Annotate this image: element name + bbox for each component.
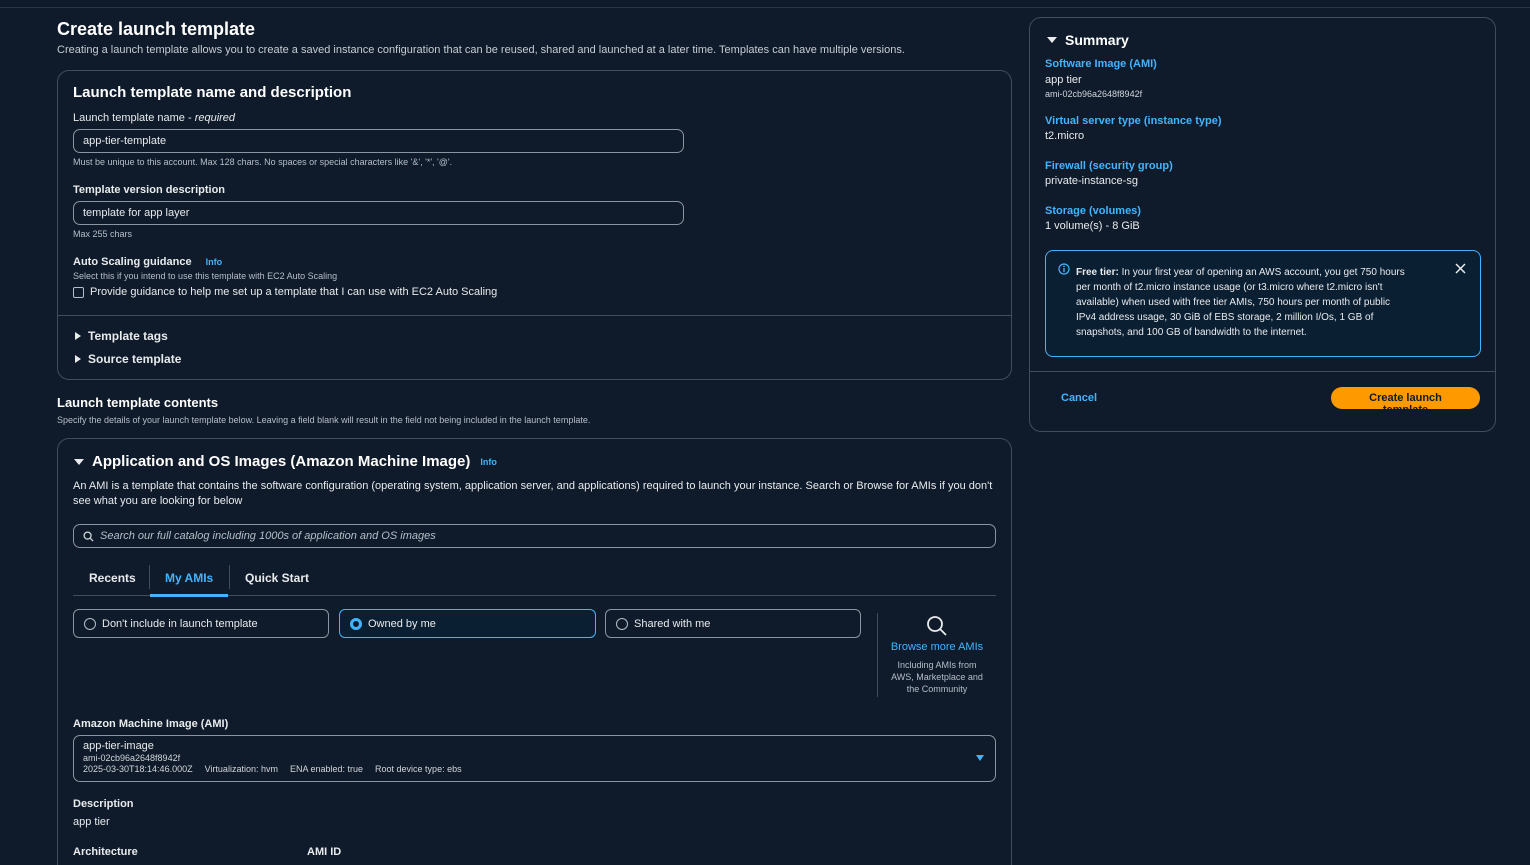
- template-tags-expander[interactable]: Template tags: [75, 329, 168, 343]
- ami-select-meta: 2025-03-30T18:14:46.000Z Virtualization:…: [83, 764, 462, 774]
- desc-hint: Max 255 chars: [73, 229, 133, 239]
- asg-row: Auto Scaling guidance Info: [73, 256, 222, 268]
- ami-info-link[interactable]: Info: [480, 457, 497, 467]
- active-tab-indicator: [150, 594, 228, 597]
- template-name-input[interactable]: app-tier-template: [73, 129, 684, 153]
- radio-dont-include[interactable]: Don't include in launch template: [73, 609, 329, 638]
- contents-title: Launch template contents: [57, 395, 219, 410]
- ami-search-input[interactable]: Search our full catalog including 1000s …: [73, 524, 996, 548]
- asg-label: Auto Scaling guidance: [73, 256, 192, 268]
- summary-instance-type-value: t2.micro: [1045, 130, 1085, 142]
- name-panel-title: Launch template name and description: [73, 84, 352, 101]
- asg-checkbox-row[interactable]: Provide guidance to help me set up a tem…: [73, 286, 497, 298]
- browse-desc: Including AMIs from AWS, Marketplace and…: [891, 660, 983, 694]
- description-value: app tier: [73, 816, 110, 828]
- architecture-label: Architecture: [73, 846, 138, 858]
- ami-select[interactable]: app-tier-image ami-02cb96a2648f8942f 202…: [73, 735, 996, 782]
- summary-divider: [1030, 371, 1495, 372]
- free-tier-text: Free tier: In your first year of opening…: [1076, 267, 1405, 338]
- summary-instance-type-link[interactable]: Virtual server type (instance type): [1045, 115, 1221, 127]
- asg-checkbox-label: Provide guidance to help me set up a tem…: [90, 286, 498, 298]
- search-placeholder: Search our full catalog including 1000s …: [100, 530, 436, 542]
- browse-more-amis[interactable]: Browse more AMIs Including AMIs from AWS…: [884, 615, 990, 695]
- ami-panel: Application and OS Images (Amazon Machin…: [57, 438, 1012, 865]
- summary-panel: Summary Software Image (AMI) app tier am…: [1029, 17, 1496, 432]
- ami-description: An AMI is a template that contains the s…: [73, 480, 993, 507]
- ami-panel-title: Application and OS Images (Amazon Machin…: [92, 453, 471, 470]
- summary-ami-id: ami-02cb96a2648f8942f: [1045, 89, 1143, 99]
- panel-divider: [58, 315, 1011, 316]
- summary-title: Summary: [1065, 32, 1129, 48]
- contents-subtitle: Specify the details of your launch templ…: [57, 415, 591, 425]
- ami-panel-header[interactable]: Application and OS Images (Amazon Machin…: [74, 453, 497, 470]
- search-large-icon: [927, 616, 947, 636]
- summary-firewall-value: private-instance-sg: [1045, 175, 1138, 187]
- tab-my-amis[interactable]: My AMIs: [165, 571, 213, 585]
- ami-select-name: app-tier-image: [83, 740, 154, 752]
- caret-right-icon: [75, 332, 81, 340]
- radio-owned-by-me[interactable]: Owned by me: [339, 609, 596, 638]
- name-description-panel: Launch template name and description Lau…: [57, 70, 1012, 380]
- summary-firewall-link[interactable]: Firewall (security group): [1045, 160, 1173, 172]
- browse-more-link[interactable]: Browse more AMIs: [884, 641, 990, 653]
- asg-checkbox[interactable]: [73, 286, 84, 298]
- dropdown-caret-icon[interactable]: [976, 755, 984, 761]
- tab-quick-start[interactable]: Quick Start: [245, 571, 309, 585]
- cancel-button[interactable]: Cancel: [1061, 392, 1097, 404]
- desc-label: Template version description: [73, 184, 226, 196]
- summary-storage-value: 1 volume(s) - 8 GiB: [1045, 220, 1140, 232]
- search-icon: [83, 530, 94, 542]
- radio-shared-with-me[interactable]: Shared with me: [605, 609, 861, 638]
- caret-right-icon: [75, 355, 81, 363]
- top-bar: [0, 0, 1530, 8]
- page-subtitle: Creating a launch template allows you to…: [57, 44, 905, 56]
- description-label: Description: [73, 798, 134, 810]
- required-label: required: [194, 112, 236, 124]
- create-launch-template-button[interactable]: Create launch template: [1331, 387, 1480, 416]
- caret-down-icon: [74, 458, 84, 465]
- name-hint: Must be unique to this account. Max 128 …: [73, 157, 453, 167]
- ami-select-id: ami-02cb96a2648f8942f: [83, 753, 181, 763]
- ami-select-label: Amazon Machine Image (AMI): [73, 718, 229, 730]
- tab-separator: [229, 565, 230, 589]
- asg-hint: Select this if you intend to use this te…: [73, 271, 338, 281]
- free-tier-alert: Free tier: In your first year of opening…: [1045, 250, 1481, 357]
- summary-storage-link[interactable]: Storage (volumes): [1045, 205, 1141, 217]
- info-icon: [1058, 263, 1070, 275]
- template-description-input[interactable]: template for app layer: [73, 201, 684, 225]
- name-label: Launch template name - required: [73, 112, 236, 124]
- radio-off-icon[interactable]: [84, 617, 96, 630]
- caret-down-icon: [1047, 37, 1057, 43]
- summary-header[interactable]: Summary: [1047, 32, 1129, 48]
- tab-separator: [149, 565, 150, 589]
- summary-ami-value: app tier: [1045, 74, 1082, 86]
- radio-off-icon[interactable]: [616, 617, 628, 630]
- close-icon[interactable]: [1455, 263, 1466, 274]
- ami-id-label: AMI ID: [307, 846, 342, 858]
- summary-ami-link[interactable]: Software Image (AMI): [1045, 58, 1157, 70]
- page-title: Create launch template: [57, 19, 256, 39]
- source-template-expander[interactable]: Source template: [75, 352, 181, 366]
- asg-info-link[interactable]: Info: [206, 257, 223, 267]
- browse-divider: [877, 613, 878, 697]
- tab-recents[interactable]: Recents: [89, 571, 136, 585]
- radio-on-icon[interactable]: [350, 617, 362, 630]
